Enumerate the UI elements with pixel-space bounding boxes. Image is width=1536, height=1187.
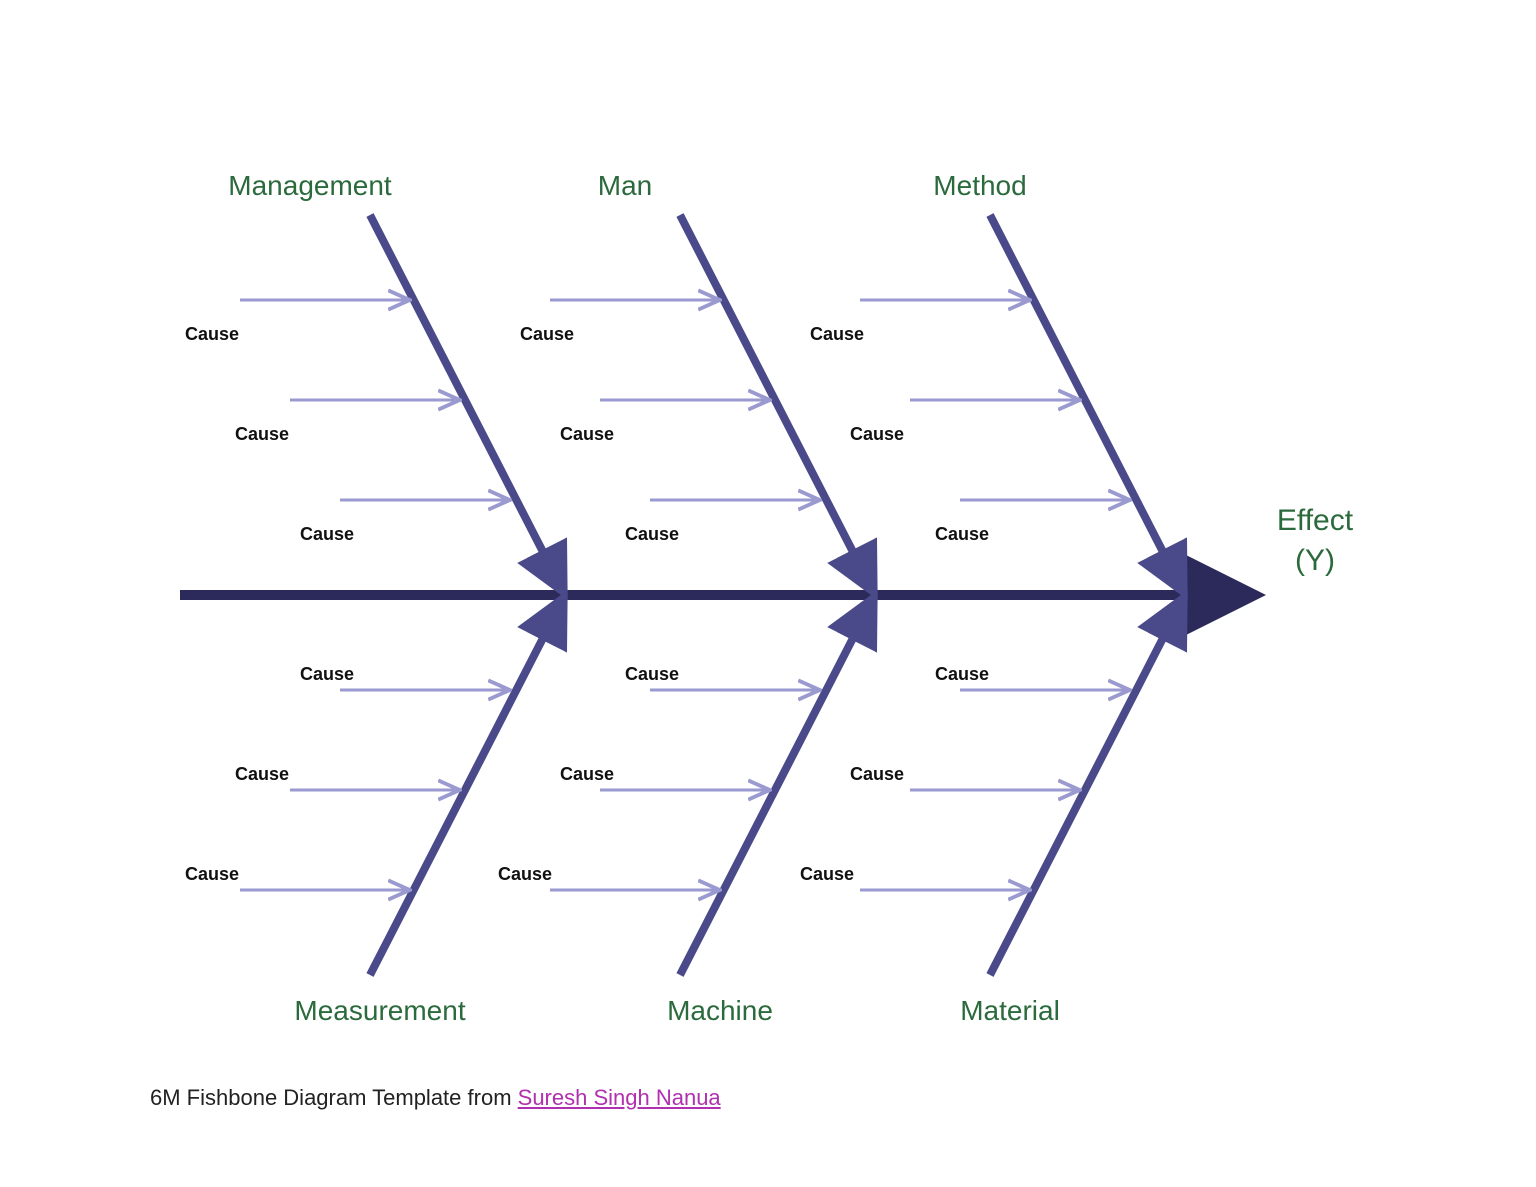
- cause-label: Cause: [800, 864, 854, 884]
- cause-label: Cause: [235, 764, 289, 784]
- cause-label: Cause: [560, 764, 614, 784]
- category-method: Method: [933, 170, 1026, 201]
- effect-label-y: (Y): [1295, 544, 1335, 577]
- cause-label: Cause: [520, 324, 574, 344]
- fishbone-diagram: Effect (Y) Management Man Method Measure…: [0, 0, 1536, 1187]
- causes-top-1: Cause Cause Cause: [185, 300, 505, 544]
- cause-label: Cause: [935, 664, 989, 684]
- cause-label: Cause: [300, 524, 354, 544]
- cause-label: Cause: [185, 864, 239, 884]
- category-measurement: Measurement: [294, 995, 465, 1026]
- causes-bottom-3: Cause Cause Cause: [800, 664, 1125, 890]
- cause-label: Cause: [625, 524, 679, 544]
- causes-top-3: Cause Cause Cause: [810, 300, 1125, 544]
- category-management: Management: [228, 170, 392, 201]
- cause-label: Cause: [850, 424, 904, 444]
- causes-bottom-2: Cause Cause Cause: [498, 664, 815, 890]
- cause-label: Cause: [625, 664, 679, 684]
- cause-label: Cause: [935, 524, 989, 544]
- effect-label: Effect: [1277, 504, 1354, 537]
- causes-top-2: Cause Cause Cause: [520, 300, 815, 544]
- category-man: Man: [598, 170, 652, 201]
- cause-label: Cause: [498, 864, 552, 884]
- cause-label: Cause: [810, 324, 864, 344]
- caption-prefix: 6M Fishbone Diagram Template from: [150, 1085, 518, 1110]
- caption: 6M Fishbone Diagram Template from Suresh…: [150, 1085, 721, 1111]
- category-machine: Machine: [667, 995, 773, 1026]
- caption-link[interactable]: Suresh Singh Nanua: [518, 1085, 721, 1110]
- cause-label: Cause: [185, 324, 239, 344]
- cause-label: Cause: [235, 424, 289, 444]
- cause-label: Cause: [300, 664, 354, 684]
- cause-label: Cause: [560, 424, 614, 444]
- causes-bottom-1: Cause Cause Cause: [185, 664, 505, 890]
- category-material: Material: [960, 995, 1060, 1026]
- cause-label: Cause: [850, 764, 904, 784]
